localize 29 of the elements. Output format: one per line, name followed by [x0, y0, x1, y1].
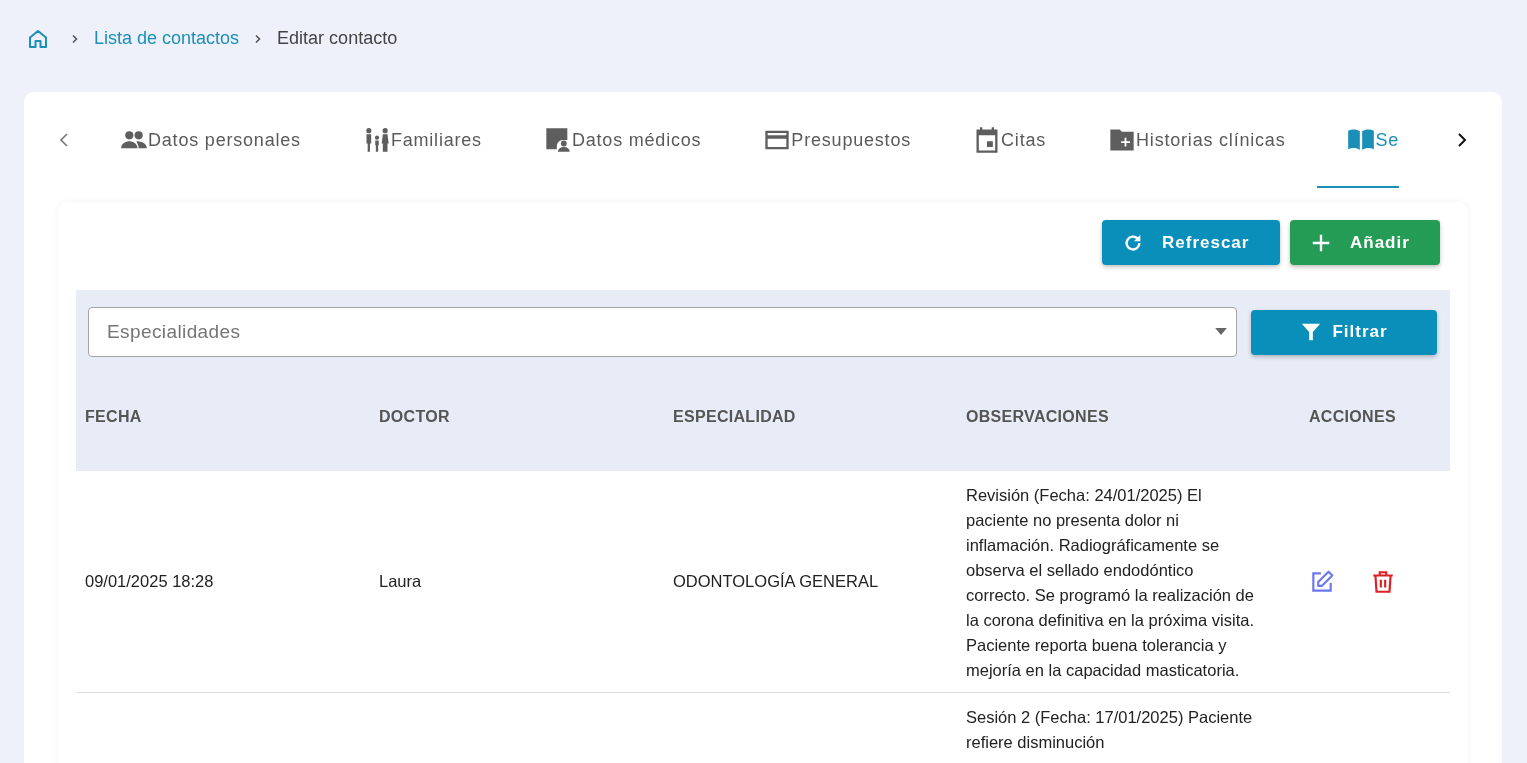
column-header: ACCIONES	[1308, 408, 1397, 426]
table-cell: Sesión 2 (Fecha: 17/01/2025) Paciente refiere disminución	[966, 708, 1253, 751]
column-header: FECHA	[84, 408, 143, 426]
tab[interactable]: Datos médicos	[543, 92, 702, 188]
column-header: ESPECIALIDAD	[672, 408, 797, 426]
table-cell: 09/01/2025 18:28	[85, 572, 214, 590]
column-header: OBSERVACIONES	[965, 408, 1110, 426]
table-cell: Revisión (Fecha: 24/01/2025) El paciente no presenta dolor ni inflamación. Radiográficamente se observa el sellado endodóntico correcto. Se programó la realización de la corona definitiva en la próxima visita. Paciente reporta buena tolerancia y mejoría en la capacidad masticatoria.	[966, 486, 1254, 679]
edit-icon[interactable]	[1309, 568, 1335, 595]
tab[interactable]: Presupuestos	[763, 92, 912, 188]
filter-button[interactable]: Filtrar	[1251, 309, 1437, 355]
trash-icon[interactable]	[1370, 568, 1396, 595]
tab[interactable]: Familiares	[362, 92, 482, 188]
column-header: DOCTOR	[378, 408, 451, 426]
breadcrumb-current: Editar contacto	[277, 28, 398, 49]
tab[interactable]: Historias clínicas	[1108, 92, 1286, 188]
chevron-right-icon[interactable]	[1456, 132, 1468, 148]
tab[interactable]: Citas	[973, 92, 1047, 188]
chevron-icon	[70, 33, 80, 44]
tab[interactable]: Datos personales	[120, 92, 301, 188]
chevron-left-icon[interactable]	[58, 132, 70, 148]
medical-record-icon	[543, 126, 572, 154]
add-button[interactable]: Añadir	[1290, 220, 1440, 265]
table-cell: ODONTOLOGÍA GENERAL	[673, 572, 879, 590]
dropdown-caret-icon	[1215, 328, 1227, 335]
table-cell: Laura	[379, 572, 422, 590]
tab[interactable]: Se	[1317, 92, 1400, 188]
refresh-button[interactable]: Refrescar	[1102, 220, 1280, 265]
specialty-select[interactable]: Especialidades	[88, 307, 1237, 357]
